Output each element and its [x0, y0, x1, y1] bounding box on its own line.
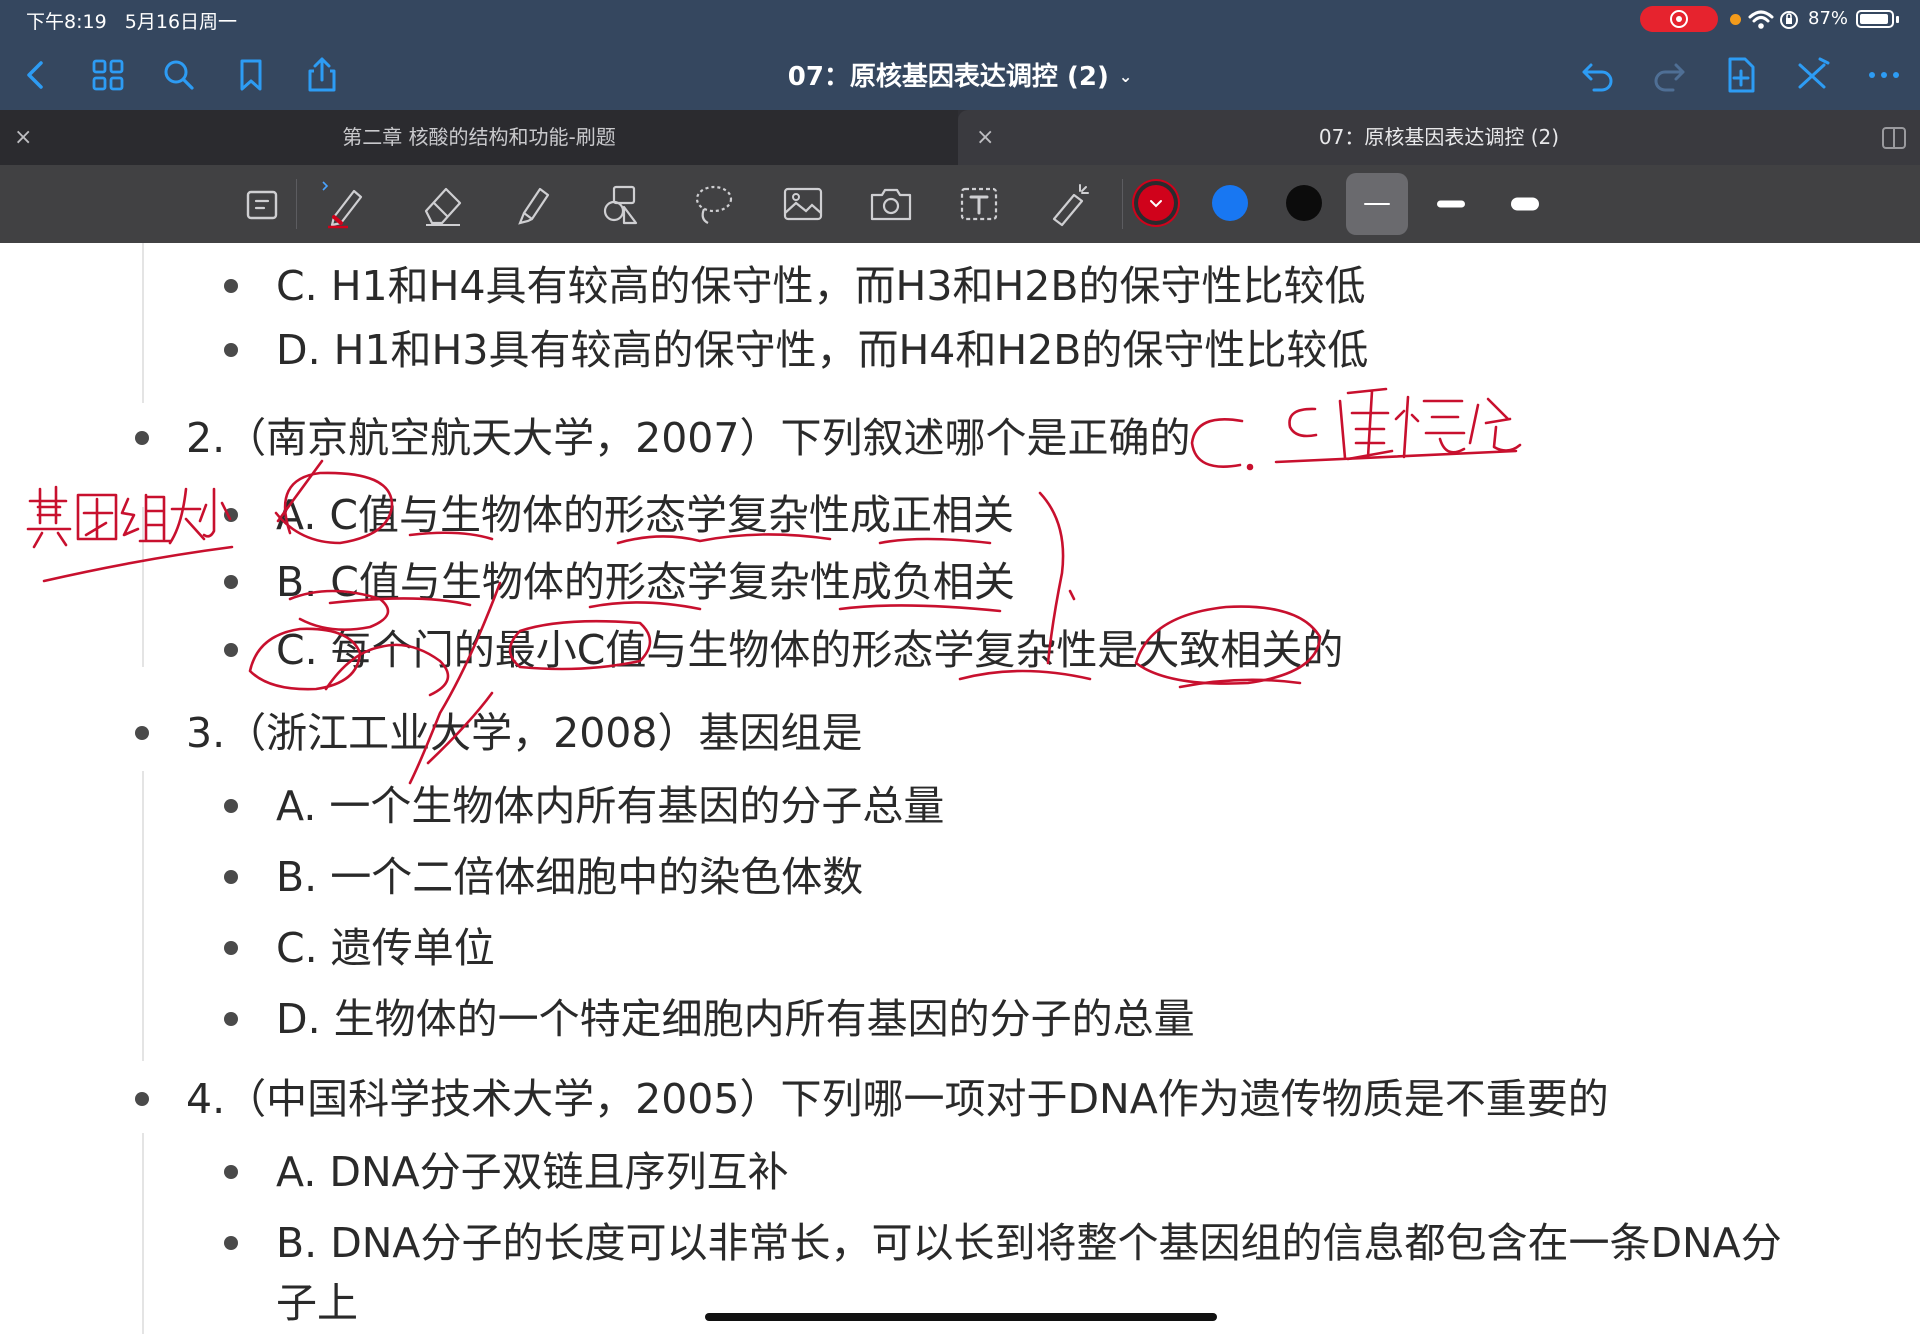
- ink-answer-bei: [1394, 395, 1466, 459]
- shapes-icon[interactable]: [596, 177, 650, 231]
- color-swatch-red-selected[interactable]: [1138, 185, 1174, 221]
- status-time: 下午8:19 5月16日周一: [26, 11, 238, 33]
- ink-answer-lun: [1468, 397, 1522, 452]
- ink-answer-zhi: [1338, 387, 1394, 461]
- document-title[interactable]: 07：原核基因表达调控 (2) ⌄: [0, 56, 1920, 93]
- ink-cross-option-c: [324, 643, 450, 697]
- ink-scribble-option-b: [288, 589, 390, 631]
- ink-underline-option-a: [408, 531, 992, 545]
- ink-note-xiao: [198, 487, 232, 538]
- toolbar-divider: [1122, 179, 1123, 229]
- ink-small-stroke: [426, 691, 494, 765]
- ink-slash-option-a: [276, 459, 324, 523]
- ink-circle-option-c-num: [248, 627, 362, 691]
- ink-circle-option-c-tail: [1134, 605, 1322, 685]
- text-box-icon[interactable]: [952, 177, 1006, 231]
- lasso-icon[interactable]: [686, 177, 740, 231]
- document-page[interactable]: C. H1和H4具有较高的保守性，而H3和H2B的保守性比较低 D. H1和H3…: [0, 243, 1920, 1334]
- highlighter-icon[interactable]: [506, 177, 560, 231]
- laser-pointer-icon[interactable]: [1042, 177, 1096, 231]
- camera-icon[interactable]: [864, 177, 918, 231]
- stroke-width-thin-selected[interactable]: [1346, 173, 1408, 235]
- handwritten-annotations: [26, 387, 1522, 785]
- add-page-icon[interactable]: [1719, 53, 1763, 97]
- ink-note-da: [168, 487, 206, 545]
- home-indicator[interactable]: [705, 1313, 1217, 1321]
- close-tab-icon[interactable]: ×: [14, 110, 32, 165]
- undo-icon[interactable]: [1576, 53, 1620, 97]
- stroke-width-medium[interactable]: [1420, 173, 1482, 235]
- screen-recording-indicator[interactable]: [1640, 6, 1718, 32]
- ink-long-stroke: [408, 581, 502, 785]
- close-tab-icon[interactable]: ×: [976, 110, 994, 165]
- more-icon[interactable]: [1862, 53, 1906, 97]
- document-tab-bar: × 第二章 核酸的结构和功能-刷题 × 07：原核基因表达调控 (2): [0, 110, 1920, 165]
- battery-icon: [1856, 10, 1899, 28]
- ink-circle-option-c-c: [508, 619, 652, 671]
- toolbar-divider: [296, 179, 297, 229]
- read-only-mode-icon[interactable]: [236, 177, 290, 231]
- split-view-icon[interactable]: [1880, 124, 1908, 152]
- tab-chapter2[interactable]: × 第二章 核酸的结构和功能-刷题: [0, 110, 958, 165]
- record-icon: [1670, 10, 1688, 28]
- ink-circle-option-a: [274, 471, 394, 545]
- ink-note-yin: [76, 493, 118, 541]
- annotation-toolbar: [0, 165, 1920, 243]
- stroke-width-thick[interactable]: [1494, 173, 1556, 235]
- eraser-icon[interactable]: [416, 177, 470, 231]
- toggle-edit-icon[interactable]: [1790, 53, 1834, 97]
- ink-note-underline: [42, 545, 234, 583]
- chevron-down-icon: [1150, 200, 1162, 208]
- ink-bracket-right: [1038, 491, 1065, 665]
- navigation-bar: 07：原核基因表达调控 (2) ⌄: [0, 38, 1920, 110]
- battery-percentage: 87%: [1808, 8, 1849, 29]
- mic-in-use-dot: [1730, 14, 1741, 25]
- image-icon[interactable]: [776, 177, 830, 231]
- status-bar: 下午8:19 5月16日周一 87%: [0, 0, 1920, 38]
- ink-underline-option-c: [958, 669, 1302, 689]
- redo-icon[interactable]: [1647, 53, 1691, 97]
- pen-tool-icon[interactable]: [318, 177, 372, 231]
- tab-current-document[interactable]: × 07：原核基因表达调控 (2): [958, 110, 1920, 165]
- orientation-lock-icon: [1780, 11, 1798, 29]
- chevron-down-icon: ⌄: [1118, 67, 1133, 86]
- color-swatch-black[interactable]: [1286, 185, 1322, 221]
- ink-answer-underline: [1274, 449, 1518, 464]
- ink-answer-c: [1190, 418, 1244, 468]
- ink-tick: [1068, 589, 1076, 601]
- ink-note-ji: [26, 485, 72, 549]
- ink-note-zu: [120, 493, 172, 543]
- tab-label: 07：原核基因表达调控 (2): [1318, 125, 1560, 149]
- tab-label: 第二章 核酸的结构和功能-刷题: [342, 125, 616, 149]
- wifi-icon: [1748, 10, 1774, 29]
- ink-answer-c2: [1288, 407, 1318, 438]
- color-swatch-blue[interactable]: [1212, 185, 1248, 221]
- ink-underline-option-b: [328, 597, 1002, 613]
